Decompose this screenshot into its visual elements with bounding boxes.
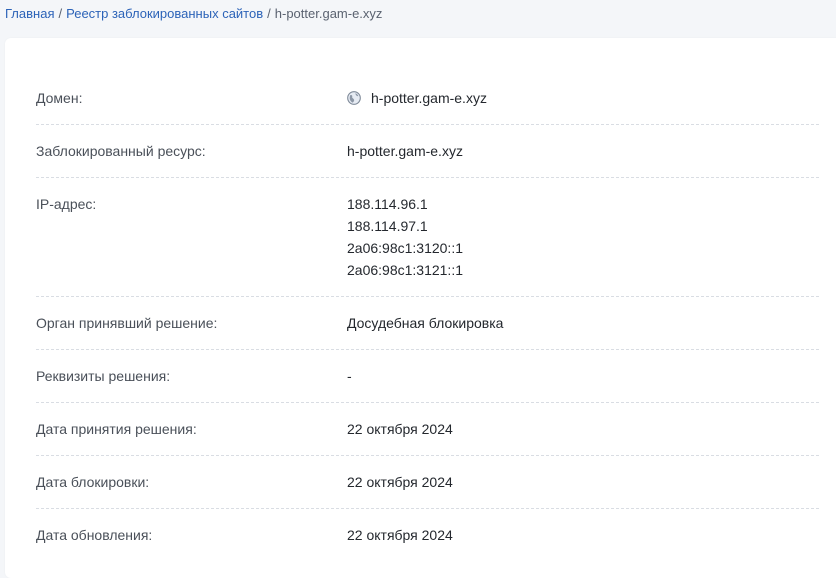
- block-date-label: Дата блокировки:: [36, 474, 150, 490]
- ip-address: 188.114.96.1: [347, 196, 428, 212]
- update-date-value: 22 октября 2024: [347, 527, 453, 543]
- breadcrumb-current: h-potter.gam-e.xyz: [274, 6, 383, 21]
- requisites-label: Реквизиты решения:: [36, 368, 171, 384]
- detail-row-authority: Орган принявший решение: Досудебная блок…: [36, 297, 819, 350]
- detail-row-ip: IP-адрес: 188.114.96.1 188.114.97.1 2a06…: [36, 178, 819, 297]
- ip-values: 188.114.96.1 188.114.97.1 2a06:98c1:3120…: [347, 195, 463, 283]
- detail-row-requisites: Реквизиты решения: -: [36, 350, 819, 403]
- ip-address: 188.114.97.1: [347, 218, 428, 234]
- domain-text: h-potter.gam-e.xyz: [371, 90, 487, 106]
- detail-row-block-date: Дата блокировки: 22 октября 2024: [36, 456, 819, 509]
- detail-row-update-date: Дата обновления: 22 октября 2024: [36, 509, 819, 562]
- detail-row-resource: Заблокированный ресурс: h-potter.gam-e.x…: [36, 125, 819, 178]
- details-list: Домен: h-potter.gam-e.xyz Заблокированны…: [36, 72, 819, 562]
- breadcrumb: Главная / Реестр заблокированных сайтов / h-…: [5, 6, 382, 22]
- detail-row-decision-date: Дата принятия решения: 22 октября 2024: [36, 403, 819, 456]
- breadcrumb-home-link[interactable]: Главная: [5, 6, 54, 21]
- decision-date-value: 22 октября 2024: [347, 421, 453, 437]
- breadcrumb-registry-link[interactable]: Реестр заблокированных сайтов: [66, 6, 263, 21]
- ip-label: IP-адрес:: [36, 196, 97, 212]
- authority-label: Орган принявший решение:: [36, 315, 218, 331]
- breadcrumb-separator: /: [58, 6, 63, 21]
- domain-value: h-potter.gam-e.xyz: [347, 89, 487, 107]
- update-date-label: Дата обновления:: [36, 527, 153, 543]
- globe-icon: [347, 91, 361, 105]
- resource-label: Заблокированный ресурс:: [36, 143, 206, 159]
- requisites-value: -: [347, 368, 352, 384]
- decision-date-label: Дата принятия решения:: [36, 421, 197, 437]
- resource-value: h-potter.gam-e.xyz: [347, 143, 463, 159]
- block-date-value: 22 октября 2024: [347, 474, 453, 490]
- site-details-card: Домен: h-potter.gam-e.xyz Заблокированны…: [5, 38, 836, 578]
- detail-row-domain: Домен: h-potter.gam-e.xyz: [36, 72, 819, 125]
- ip-address: 2a06:98c1:3120::1: [347, 240, 463, 256]
- ip-address: 2a06:98c1:3121::1: [347, 262, 463, 278]
- breadcrumb-separator: /: [267, 6, 271, 21]
- domain-label: Домен:: [36, 90, 83, 106]
- authority-value: Досудебная блокировка: [347, 315, 504, 331]
